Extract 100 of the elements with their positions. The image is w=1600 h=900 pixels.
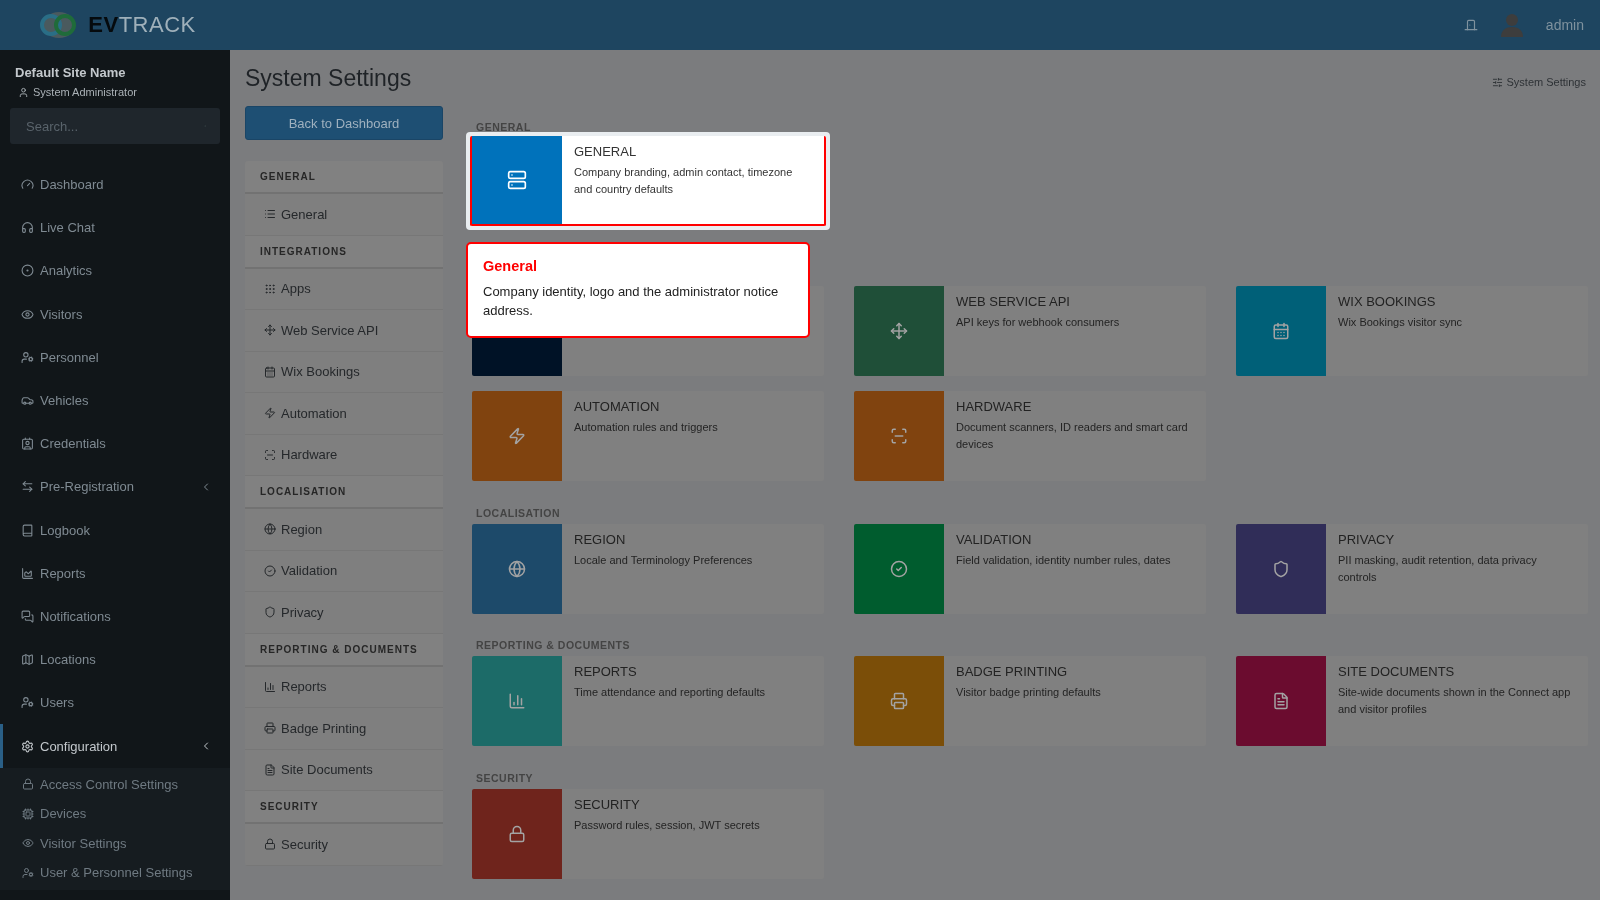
settings-nav-item[interactable]: Region — [245, 509, 443, 551]
arrows-icon — [21, 480, 34, 494]
settings-nav-item[interactable]: Privacy — [245, 592, 443, 634]
sidebar-item[interactable]: Logbook — [0, 508, 230, 552]
card-title: BADGE PRINTING — [956, 664, 1069, 680]
settings-card[interactable]: AUTOMATION Automation rules and triggers — [472, 391, 824, 481]
sidebar-item[interactable]: Credentials — [0, 422, 230, 466]
card-title: REGION — [574, 531, 627, 547]
map-icon — [21, 653, 34, 667]
globe-icon — [264, 523, 276, 536]
card-title: PRIVACY — [1338, 531, 1396, 547]
tooltip-title: General — [483, 257, 538, 274]
card-title: SITE DOCUMENTS — [1338, 664, 1456, 680]
settings-nav-item[interactable]: Reports — [245, 666, 443, 708]
settings-card[interactable]: REPORTS Time attendance and reporting defaults — [472, 656, 824, 747]
sidebar-item[interactable]: Locations — [0, 638, 230, 682]
card-description: Locale and Terminology Preferences — [574, 552, 753, 568]
scanner-icon — [890, 427, 908, 445]
target-icon — [21, 264, 34, 278]
site-name: Default Site Name — [14, 64, 127, 80]
settings-card[interactable]: VALIDATION Field validation, identity number rules, dates — [854, 523, 1206, 614]
document-icon — [1272, 692, 1290, 711]
card-title: REPORTS — [574, 664, 638, 680]
card-title: WIX BOOKINGS — [1338, 294, 1437, 309]
card-description: Time attendance and reporting defaults — [574, 685, 765, 701]
sidebar-item[interactable]: Personnel — [0, 335, 230, 379]
settings-card[interactable]: SITE DOCUMENTS Site-wide documents shown in the Connect app and visitor profiles — [1236, 656, 1588, 747]
user-name[interactable]: admin — [1545, 17, 1584, 33]
section-heading: GENERAL — [475, 119, 532, 135]
sidebar-item[interactable]: Reports — [0, 551, 230, 595]
avatar-icon[interactable] — [1499, 13, 1524, 37]
card-description: Password rules, session, JWT secrets — [574, 817, 760, 833]
submenu-item[interactable]: Access Control Settings — [0, 769, 230, 800]
back-button[interactable]: Back to Dashboard — [245, 106, 443, 140]
settings-nav-item[interactable]: Apps — [245, 268, 443, 310]
door-icon[interactable] — [1463, 18, 1478, 32]
sliders-icon — [1491, 76, 1503, 88]
logo-text: EVTRACK — [88, 12, 196, 38]
check-circle-icon — [264, 564, 276, 577]
settings-card[interactable]: REGION Locale and Terminology Preferences — [472, 523, 824, 614]
printer-icon — [264, 722, 276, 735]
check-circle-icon — [890, 559, 908, 578]
user-gear-icon — [22, 866, 34, 879]
sidebar-item[interactable]: Vehicles — [0, 378, 230, 423]
id-card-icon — [21, 437, 34, 451]
settings-nav-item[interactable]: Security — [245, 824, 443, 866]
eye-icon — [22, 837, 34, 850]
card-title: AUTOMATION — [574, 399, 661, 414]
settings-nav-item[interactable]: Web Service API — [245, 310, 443, 352]
card-description: Automation rules and triggers — [574, 420, 718, 435]
settings-card[interactable]: PRIVACY PII masking, audit retention, data privacy controls — [1236, 523, 1588, 614]
card-description: Visitor badge printing defaults — [956, 685, 1101, 701]
sidebar-item[interactable]: Pre-Registration — [0, 465, 230, 509]
sidebar-item[interactable]: Analytics — [0, 249, 230, 293]
settings-card[interactable]: HARDWARE Document scanners, ID readers and smart card devices — [854, 391, 1206, 481]
move-icon — [890, 322, 908, 340]
globe-icon — [508, 559, 526, 578]
card-title: HARDWARE — [956, 399, 1033, 414]
submenu-item[interactable]: Visitor Settings — [0, 828, 230, 859]
settings-nav-item[interactable]: General — [245, 194, 443, 236]
sidebar-item[interactable]: Users — [0, 681, 230, 725]
scanner-icon — [264, 448, 276, 461]
calendar-icon — [1272, 322, 1290, 340]
gauge-icon — [21, 178, 34, 192]
person-icon — [21, 350, 34, 364]
card-description: Company branding, admin contact, timezone and country defaults — [574, 164, 794, 197]
sidebar-item[interactable]: Dashboard — [0, 163, 230, 207]
card-description: Field validation, identity number rules, dates — [956, 552, 1171, 568]
sidebar-item[interactable]: Notifications — [0, 594, 230, 639]
search-input[interactable]: Search... — [24, 117, 204, 135]
section-heading: REPORTING & DOCUMENTS — [475, 638, 631, 654]
submenu-item[interactable]: User & Personnel Settings — [0, 858, 230, 888]
settings-card[interactable]: BADGE PRINTING Visitor badge printing defaults — [854, 656, 1206, 747]
shield-icon — [1272, 559, 1290, 578]
settings-card[interactable]: WEB SERVICE API API keys for webhook consumers — [854, 286, 1206, 376]
card-description: Site-wide documents shown in the Connect app and visitor profiles — [1338, 685, 1572, 718]
chart-icon — [21, 566, 34, 580]
card-title: GENERAL — [574, 143, 638, 159]
settings-nav-item[interactable]: Validation — [245, 550, 443, 592]
settings-nav-item[interactable]: Wix Bookings — [245, 351, 443, 393]
sidebar-item[interactable]: Visitors — [0, 292, 230, 336]
move-icon — [264, 324, 276, 337]
bar-chart-icon — [264, 680, 276, 693]
settings-nav-item[interactable]: Badge Printing — [245, 708, 443, 750]
card-description: API keys for webhook consumers — [956, 315, 1120, 330]
eye-icon — [21, 307, 34, 321]
submenu-item[interactable]: Devices — [0, 799, 230, 829]
lock-icon — [22, 778, 34, 791]
search-field[interactable]: Search... — [10, 108, 220, 144]
settings-card[interactable]: SECURITY Password rules, session, JWT secrets — [472, 788, 824, 879]
card-description: Wix Bookings visitor sync — [1338, 315, 1463, 330]
headphones-icon — [21, 221, 34, 235]
lock-icon — [508, 824, 526, 843]
settings-nav-item[interactable]: Automation — [245, 393, 443, 435]
chip-icon — [22, 807, 34, 820]
card-title: WEB SERVICE API — [956, 294, 1071, 309]
sidebar-item[interactable]: Live Chat — [0, 206, 230, 250]
settings-card[interactable]: WIX BOOKINGS Wix Bookings visitor sync — [1236, 286, 1588, 376]
page-title: System Settings — [245, 64, 412, 92]
settings-card[interactable]: GENERAL Company branding, admin contact, timezone and country defaults — [470, 135, 826, 226]
